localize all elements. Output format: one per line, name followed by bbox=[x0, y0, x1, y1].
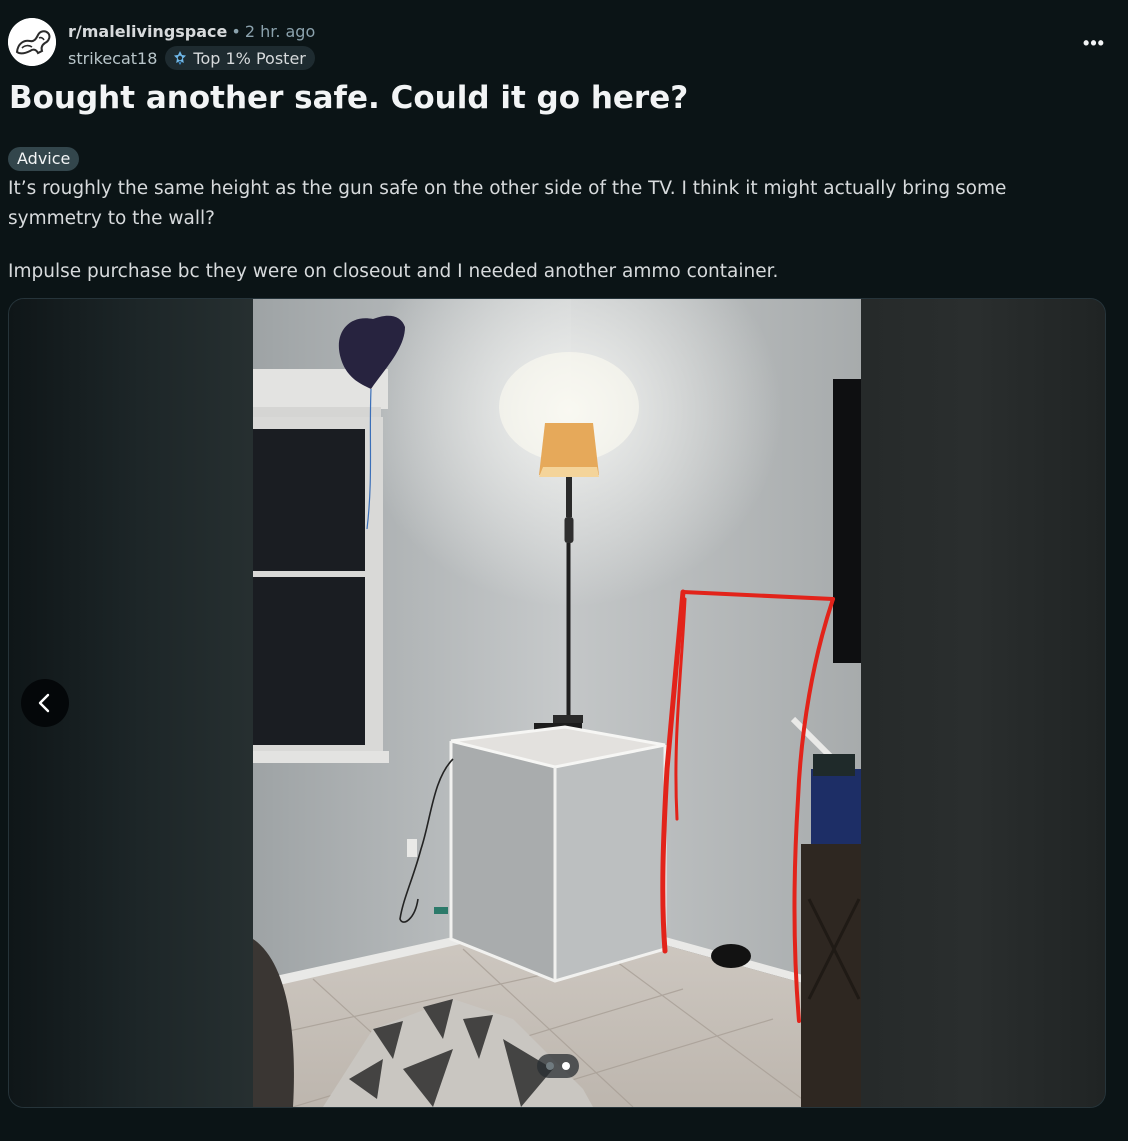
gallery-dot-active[interactable] bbox=[562, 1062, 570, 1070]
more-options-icon[interactable]: ••• bbox=[1078, 30, 1110, 56]
chevron-left-icon bbox=[38, 693, 50, 713]
post-meta: r/malelivingspace • 2 hr. ago bbox=[68, 22, 315, 42]
gallery-dot[interactable] bbox=[546, 1062, 554, 1070]
subreddit-avatar-icon[interactable] bbox=[8, 18, 56, 66]
gallery-prev-button[interactable] bbox=[21, 679, 69, 727]
user-badge: Top 1% Poster bbox=[165, 46, 315, 70]
gallery-pagination bbox=[537, 1054, 579, 1078]
image-gallery[interactable] bbox=[8, 298, 1106, 1108]
reddit-post: r/malelivingspace • 2 hr. ago strikecat18 … bbox=[0, 0, 1128, 1141]
post-flair[interactable]: Advice bbox=[8, 147, 80, 171]
author-link[interactable]: strikecat18 bbox=[68, 49, 157, 68]
post-body-paragraph: Impulse purchase bc they were on closeou… bbox=[8, 261, 779, 282]
subreddit-link[interactable]: r/malelivingspace bbox=[68, 22, 227, 41]
author-line: strikecat18 Top 1% Poster bbox=[68, 46, 315, 70]
gallery-image[interactable] bbox=[253, 299, 861, 1107]
user-badge-label: Top 1% Poster bbox=[193, 48, 306, 68]
top-poster-badge-icon bbox=[174, 51, 187, 65]
meta-separator: • bbox=[231, 22, 241, 41]
post-title[interactable]: Bought another safe. Could it go here? bbox=[9, 78, 688, 118]
post-body-paragraph: It’s roughly the same height as the gun … bbox=[8, 178, 1007, 229]
post-time: 2 hr. ago bbox=[244, 22, 316, 41]
